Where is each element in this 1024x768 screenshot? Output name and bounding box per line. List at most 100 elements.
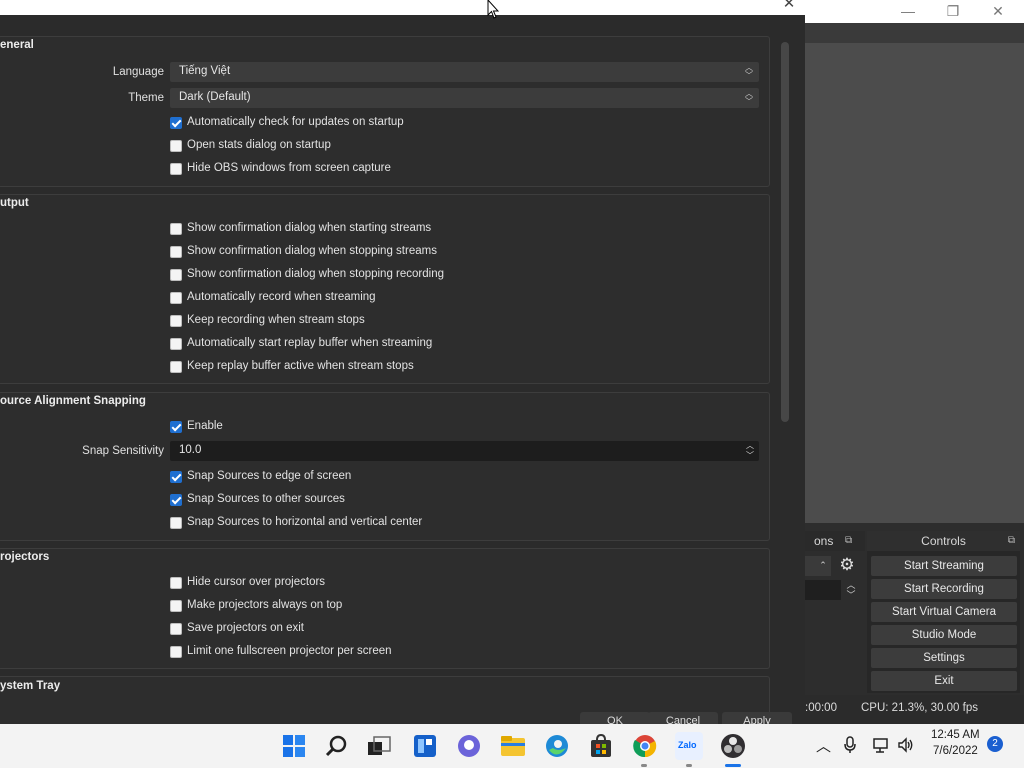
controls-dock-title: Controls ⧉ <box>867 531 1020 551</box>
language-label: Language <box>112 66 164 78</box>
clock-date[interactable]: 7/6/2022 <box>933 745 978 757</box>
checkbox-label: Keep replay buffer active when stream st… <box>187 360 414 372</box>
checkbox-box[interactable] <box>170 163 182 175</box>
widgets-icon[interactable] <box>411 732 439 760</box>
mouse-cursor-icon <box>487 0 499 19</box>
checkbox-label: Snap Sources to other sources <box>187 493 345 505</box>
store-icon[interactable] <box>587 732 615 760</box>
checkbox-box[interactable] <box>170 494 182 506</box>
file-explorer-icon[interactable] <box>499 732 527 760</box>
language-select[interactable]: Tiếng Việt ︿ ﹀ <box>170 62 759 82</box>
checkbox-label: Automatically start replay buffer when s… <box>187 337 433 349</box>
zalo-label: Zalo <box>678 740 697 750</box>
chat-icon[interactable] <box>455 732 483 760</box>
checkbox-label: Automatically check for updates on start… <box>187 116 404 128</box>
chevron-updown-icon: ⌃ <box>819 560 827 570</box>
maximize-icon[interactable]: ❐ <box>930 0 976 23</box>
checkbox-box[interactable] <box>170 361 182 373</box>
studio-mode-button[interactable]: Studio Mode <box>871 625 1017 645</box>
stream-time: :00:00 <box>805 702 837 714</box>
checkbox-label: Limit one fullscreen projector per scree… <box>187 645 392 657</box>
obs-preview-canvas[interactable] <box>805 43 1024 523</box>
group-title-system-tray: ystem Tray <box>0 680 61 692</box>
close-icon[interactable]: ✕ <box>779 0 799 13</box>
obs-menubar <box>805 23 1024 43</box>
taskbar: Zalo ︿ 12:45 AM 7/6/2022 2 <box>0 724 1024 768</box>
volume-icon[interactable] <box>897 736 915 754</box>
group-title-projectors: rojectors <box>0 551 50 563</box>
notification-badge[interactable]: 2 <box>987 736 1003 752</box>
scrollbar-thumb[interactable] <box>781 42 789 422</box>
obs-titlebar: — ❐ ✕ <box>805 0 1024 23</box>
group-title-snapping: ource Alignment Snapping <box>0 395 146 407</box>
network-icon[interactable] <box>873 736 891 754</box>
transitions-dock-title: ons ⧉ <box>805 531 865 551</box>
close-icon[interactable]: ✕ <box>975 0 1021 23</box>
start-recording-button[interactable]: Start Recording <box>871 579 1017 599</box>
edge-icon[interactable] <box>543 732 571 760</box>
checkbox-box[interactable] <box>170 292 182 304</box>
theme-value: Dark (Default) <box>179 91 251 103</box>
cpu-status: CPU: 21.3%, 30.00 fps <box>861 702 978 714</box>
snap-sensitivity-input[interactable]: 10.0 ︿ ﹀ <box>170 441 759 461</box>
transition-select[interactable]: ⌃ <box>805 556 831 576</box>
spin-arrows-icon[interactable]: ︿ ﹀ <box>743 441 757 461</box>
checkbox-box[interactable] <box>170 246 182 258</box>
obs-statusbar: :00:00 CPU: 21.3%, 30.00 fps <box>805 698 1024 720</box>
checkbox-label: Snap Sources to horizontal and vertical … <box>187 516 423 528</box>
float-dock-icon[interactable]: ⧉ <box>845 531 852 551</box>
chevron-up-icon[interactable]: ︿ <box>816 735 831 756</box>
checkbox-box[interactable] <box>170 517 182 529</box>
chevron-updown-icon: ︿ ﹀ <box>745 89 753 106</box>
checkbox-box[interactable] <box>170 623 182 635</box>
checkbox-box[interactable] <box>170 117 182 129</box>
transition-duration-spinbox[interactable]: ︿ ﹀ <box>805 580 856 600</box>
language-value: Tiếng Việt <box>179 65 231 77</box>
minimize-icon[interactable]: — <box>885 0 931 23</box>
checkbox-label: Open stats dialog on startup <box>187 139 331 151</box>
vertical-scrollbar[interactable] <box>781 42 791 422</box>
checkbox-label: Show confirmation dialog when stopping s… <box>187 245 437 257</box>
start-icon[interactable] <box>280 732 308 760</box>
float-dock-icon[interactable]: ⧉ <box>1008 531 1015 551</box>
obs-icon[interactable] <box>719 732 747 760</box>
checkbox-label: Hide cursor over projectors <box>187 576 326 588</box>
start-virtual-camera-button[interactable]: Start Virtual Camera <box>871 602 1017 622</box>
task-view-icon[interactable] <box>365 732 393 760</box>
snap-sensitivity-label: Snap Sensitivity <box>82 445 164 457</box>
chrome-icon[interactable] <box>631 732 659 760</box>
start-streaming-button[interactable]: Start Streaming <box>871 556 1017 576</box>
checkbox-box[interactable] <box>170 269 182 281</box>
checkbox-box[interactable] <box>170 577 182 589</box>
snap-sensitivity-value: 10.0 <box>179 444 202 456</box>
clock-time[interactable]: 12:45 AM <box>931 729 980 741</box>
gear-icon[interactable]: ⚙ <box>838 556 856 574</box>
exit-button[interactable]: Exit <box>871 671 1017 691</box>
spin-down-icon[interactable]: ﹀ <box>843 590 859 601</box>
checkbox-box[interactable] <box>170 315 182 327</box>
group-title-general: eneral <box>0 39 34 51</box>
settings-button[interactable]: Settings <box>871 648 1017 668</box>
theme-label: Theme <box>128 92 164 104</box>
checkbox-label: Automatically record when streaming <box>187 291 376 303</box>
active-indicator <box>725 764 741 767</box>
dialog-titlebar: ✕ <box>0 0 805 15</box>
checkbox-label: Show confirmation dialog when starting s… <box>187 222 432 234</box>
checkbox-label: Show confirmation dialog when stopping r… <box>187 268 444 280</box>
settings-general-page: eneral Language Tiếng Việt ︿ ﹀ Theme Dark… <box>0 15 805 738</box>
checkbox-box[interactable] <box>170 140 182 152</box>
microphone-icon[interactable] <box>843 736 857 754</box>
checkbox-box[interactable] <box>170 646 182 658</box>
zalo-icon[interactable]: Zalo <box>675 732 703 760</box>
checkbox-box[interactable] <box>170 338 182 350</box>
checkbox-box[interactable] <box>170 223 182 235</box>
checkbox-box[interactable] <box>170 600 182 612</box>
search-icon[interactable] <box>323 732 351 760</box>
controls-dock: Controls ⧉ Start Streaming Start Recordi… <box>867 531 1020 693</box>
checkbox-box[interactable] <box>170 421 182 433</box>
checkbox-label: Save projectors on exit <box>187 622 304 634</box>
theme-select[interactable]: Dark (Default) ︿ ﹀ <box>170 88 759 108</box>
checkbox-label: Hide OBS windows from screen capture <box>187 162 391 174</box>
checkbox-box[interactable] <box>170 471 182 483</box>
group-title-output: utput <box>0 197 29 209</box>
